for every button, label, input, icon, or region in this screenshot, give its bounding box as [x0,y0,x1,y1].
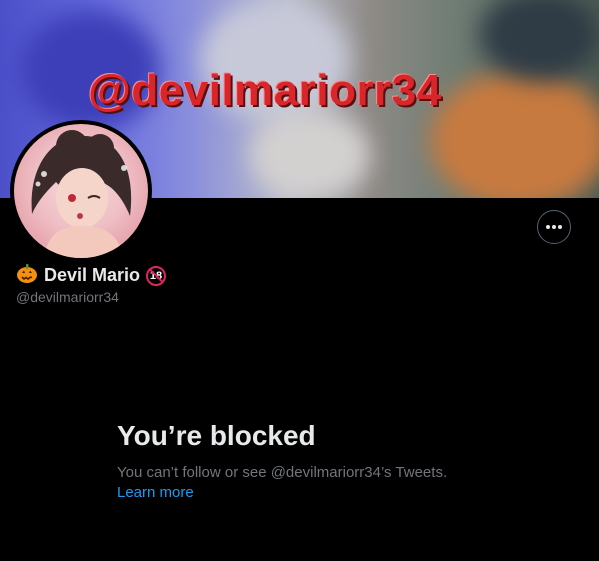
banner-shape [250,110,370,198]
badge-text: 18 [149,269,163,282]
banner-handle-text: @devilmariorr34 [88,66,442,115]
blocked-description: You can’t follow or see @devilmariorr34’… [117,464,448,481]
avatar-illustration [31,130,132,258]
display-name-row: Devil Mario 18 [16,262,167,289]
username-handle: @devilmariorr34 [16,289,119,305]
avatar-frame [10,120,152,262]
display-name: Devil Mario [44,265,141,285]
no-under-18-icon: 18 [146,265,167,286]
banner-shape [430,70,599,198]
pumpkin-emoji-icon [16,262,38,289]
learn-more-link[interactable]: Learn more [117,484,194,501]
more-horizontal-icon [546,225,562,229]
banner-shape [480,0,599,80]
avatar[interactable] [14,124,148,258]
more-options-button[interactable] [537,210,571,244]
blocked-title: You’re blocked [117,420,316,451]
